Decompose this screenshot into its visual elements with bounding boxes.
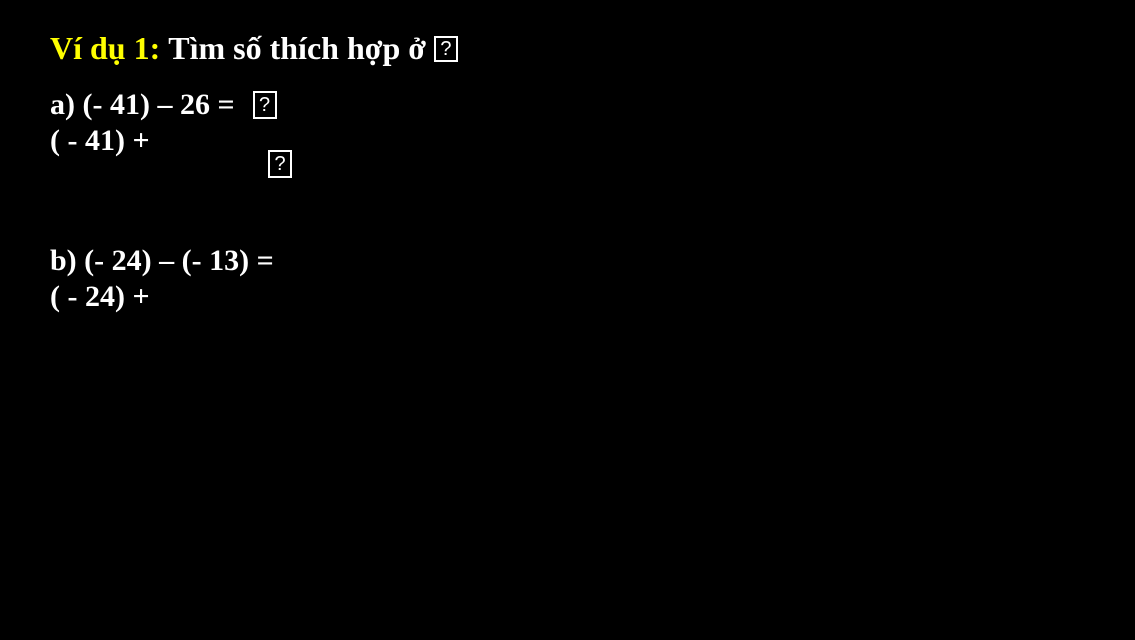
question-mark-box-icon: ? — [434, 36, 458, 62]
title-prefix: Ví dụ 1: — [50, 30, 160, 67]
example-title: Ví dụ 1: Tìm số thích hợp ở ? — [50, 30, 1085, 67]
problem-a: a) (- 41) – 26 = ? ( - 41) + ? — [50, 85, 1085, 201]
answer-box-icon: ? — [253, 91, 277, 119]
problem-a-line1: a) (- 41) – 26 = ? — [50, 85, 1085, 125]
math-expression: ( - 41) + — [50, 123, 150, 159]
title-text: Tìm số thích hợp ở — [168, 30, 426, 67]
math-expression: a) (- 41) – 26 = — [50, 87, 235, 123]
problem-b-line2: ( - 24) + — [50, 277, 1085, 317]
problem-a-line2: ( - 41) + — [50, 121, 1085, 161]
problem-b: b) (- 24) – (- 13) = ( - 24) + — [50, 241, 1085, 317]
problem-a-answer-row: ? — [50, 161, 1085, 201]
problem-b-line1: b) (- 24) – (- 13) = — [50, 241, 1085, 281]
math-expression: ( - 24) + — [50, 279, 150, 315]
answer-box-icon: ? — [268, 150, 292, 178]
math-expression: b) (- 24) – (- 13) = — [50, 243, 274, 279]
